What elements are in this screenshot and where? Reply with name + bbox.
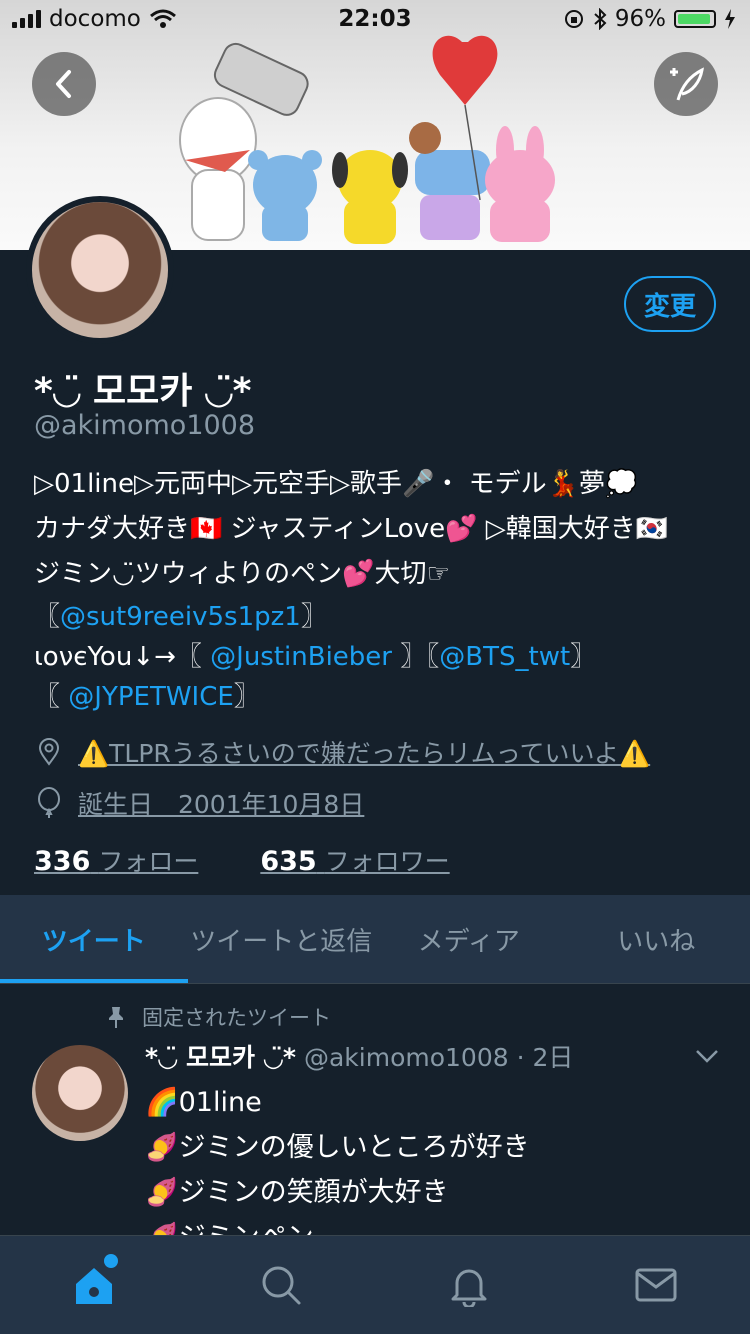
follow-counts: 336 フォロー 635 フォロワー: [34, 842, 450, 878]
followers-label: フォロワー: [324, 847, 450, 876]
bottom-nav: [0, 1235, 750, 1334]
tweet-line: 🍠ジミンの優しいところが好き: [145, 1132, 530, 1163]
battery-percent: 96%: [614, 6, 666, 32]
messages-envelope-icon: [635, 1268, 677, 1302]
followers-link[interactable]: 635 フォロワー: [260, 842, 449, 878]
following-count: 336: [34, 846, 91, 877]
character-shooky: [409, 122, 441, 154]
birthday-text: 誕生日 2001年10月8日: [78, 790, 365, 819]
bio-line: カナダ大好き🇨🇦 ジャスティンLove💕 ▷韓国大好き🇰🇷: [34, 514, 669, 544]
tab-tweets[interactable]: ツイート: [0, 895, 188, 983]
mention-link[interactable]: @sut9reeiv5s1pz1: [60, 602, 301, 632]
mention-link[interactable]: @JYPETWICE: [68, 682, 234, 712]
chevron-down-icon: [696, 1050, 718, 1063]
compose-tweet-button[interactable]: [654, 52, 718, 116]
profile-handle: @akimomo1008: [34, 410, 256, 441]
bio-line: ▷01line▷元両中▷元空手▷歌手🎤・ モデル💃夢💭: [34, 469, 638, 499]
nav-search[interactable]: [188, 1236, 376, 1334]
following-label: フォロー: [98, 847, 199, 876]
edit-profile-button[interactable]: 変更: [624, 276, 716, 332]
tweet-line: 🌈01line: [145, 1087, 262, 1118]
chevron-left-icon: [56, 70, 71, 98]
bio-line: ジミン◡̈ツウィよりのペン💕大切☞: [34, 559, 450, 589]
pin-icon: [109, 1007, 123, 1028]
compose-feather-icon: [670, 67, 704, 101]
profile-bio: ▷01line▷元両中▷元空手▷歌手🎤・ モデル💃夢💭 カナダ大好き🇨🇦 ジャス…: [34, 462, 724, 717]
bluetooth-icon: [594, 8, 607, 30]
profile-location[interactable]: ⚠️TLPRうるさいので嫌だったらリムっていいよ⚠️: [34, 734, 650, 770]
mention-link[interactable]: @JustinBieber: [210, 642, 392, 672]
tweet-text: 🌈01line 🍠ジミンの優しいところが好き 🍠ジミンの笑顔が大好き 🍠ジミンペ…: [145, 1080, 530, 1260]
battery-icon: [674, 10, 716, 28]
bracket: 〗〖: [400, 642, 440, 672]
character-cooky: [485, 126, 555, 242]
followers-count: 635: [260, 846, 317, 877]
tweet-header: *◡̈ 모모카 ◡̈* @akimomo1008 · 2日: [145, 1038, 573, 1074]
bracket: 〖: [34, 602, 61, 632]
bracket: 〗: [570, 642, 597, 672]
profile-avatar[interactable]: [26, 196, 174, 344]
balloon-icon: [38, 787, 60, 818]
charging-icon: [725, 9, 735, 29]
pinned-indicator: 固定されたツイート: [106, 1002, 331, 1032]
home-icon: [75, 1268, 112, 1304]
bracket: 〗: [300, 602, 327, 632]
divider: [0, 983, 750, 984]
character-koya: [248, 150, 322, 241]
character-chimmy: [332, 150, 408, 244]
back-button[interactable]: [32, 52, 96, 116]
tab-likes[interactable]: いいね: [563, 895, 750, 983]
tweet-avatar[interactable]: [32, 1045, 128, 1141]
mention-link[interactable]: @BTS_twt: [439, 642, 570, 672]
tweet-line: 🍠ジミンの笑顔が大好き: [145, 1177, 449, 1208]
notifications-bell-icon: [451, 1269, 487, 1307]
tweet-author-name: *◡̈ 모모카 ◡̈*: [145, 1043, 297, 1072]
search-icon: [262, 1266, 301, 1305]
tweet-menu-button[interactable]: [694, 1048, 720, 1068]
location-text: ⚠️TLPRうるさいので嫌だったらリムっていいよ⚠️: [78, 739, 651, 768]
nav-messages[interactable]: [563, 1236, 750, 1334]
bracket: 〖: [34, 682, 61, 712]
tab-media[interactable]: メディア: [375, 895, 563, 983]
new-content-dot: [104, 1254, 118, 1268]
following-link[interactable]: 336 フォロー: [34, 842, 198, 878]
profile-tabs: ツイート ツイートと返信 メディア いいね: [0, 895, 750, 983]
character-rj: [179, 97, 257, 241]
location-pin-icon: [38, 738, 60, 766]
nav-home[interactable]: [0, 1236, 188, 1334]
nav-notifications[interactable]: [375, 1236, 563, 1334]
profile-name: *◡̈ 모모카 ◡̈*: [34, 371, 252, 412]
bracket: 〗: [233, 682, 260, 712]
bio-text: ιονєYou↓→〖: [34, 642, 202, 672]
pinned-label: 固定されたツイート: [142, 1006, 331, 1030]
status-bar: docomo 22:03 96%: [0, 0, 750, 40]
tweet-handle-time: @akimomo1008 · 2日: [303, 1043, 574, 1072]
tab-tweets-and-replies[interactable]: ツイートと返信: [188, 895, 376, 983]
orientation-lock-icon: [564, 10, 583, 28]
profile-birthday: 誕生日 2001年10月8日: [34, 785, 364, 821]
